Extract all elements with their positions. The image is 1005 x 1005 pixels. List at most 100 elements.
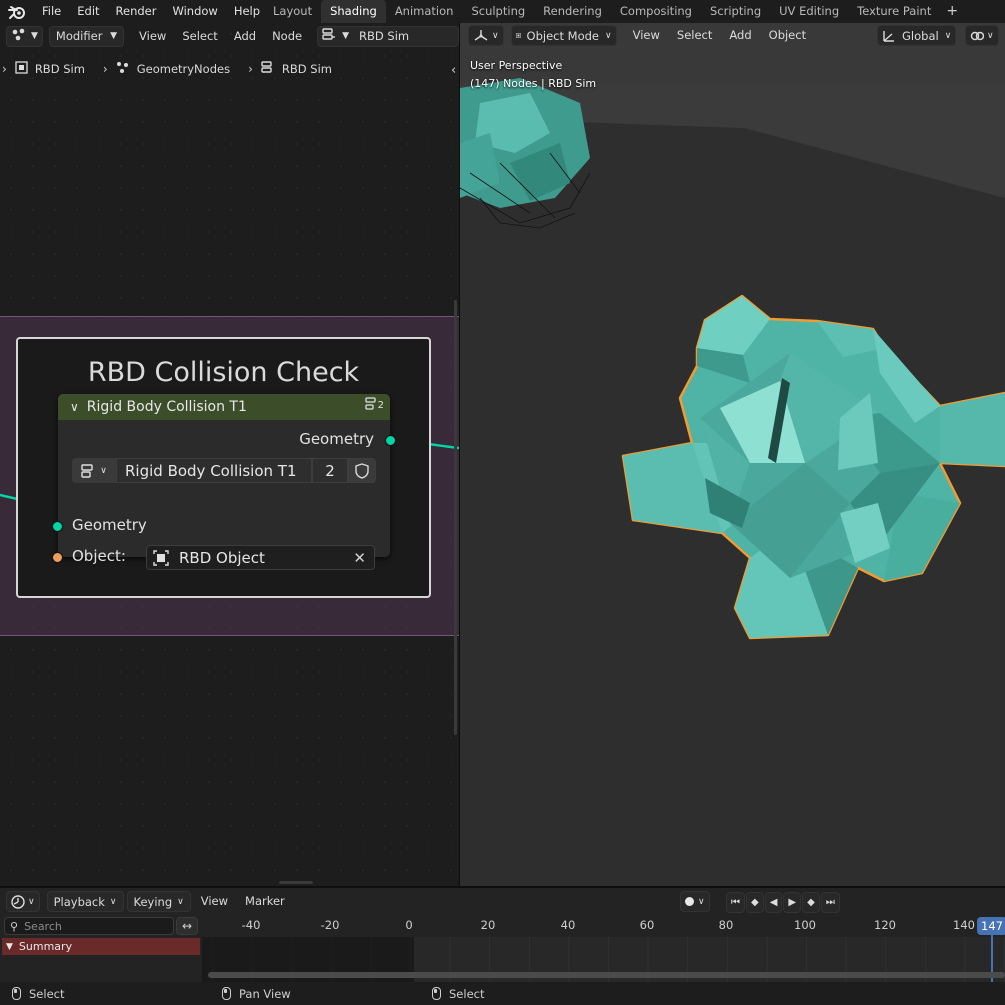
tab-layout[interactable]: Layout xyxy=(264,0,321,23)
frame-title: RBD Collision Check xyxy=(87,357,360,388)
input-object-socket[interactable] xyxy=(52,552,63,563)
snap-link-icon xyxy=(970,31,984,40)
playback-menu[interactable]: Playback ∨ xyxy=(46,891,124,912)
global-orientation-icon xyxy=(883,30,894,42)
prev-keyframe-icon[interactable]: ◆ xyxy=(746,892,764,913)
playback-label: Playback xyxy=(53,894,105,909)
tick-label: 100 xyxy=(794,918,816,932)
tab-animation[interactable]: Animation xyxy=(386,0,463,23)
tab-rendering[interactable]: Rendering xyxy=(534,0,611,23)
status-middle-label: Pan View xyxy=(239,986,291,1001)
horizontal-scrollbar[interactable] xyxy=(279,881,313,884)
mode-select[interactable]: Object Mode ∨ xyxy=(510,25,617,46)
tick-label: -20 xyxy=(320,918,340,932)
tick-label: 120 xyxy=(874,918,896,932)
mode-label: Object Mode xyxy=(526,28,599,43)
menu-render[interactable]: Render xyxy=(108,0,165,23)
keying-label: Keying xyxy=(133,894,173,909)
node-editor[interactable]: ▼ Modifier ▼ View Select Add Node ▼ RBD … xyxy=(0,23,459,886)
vp-menu-select[interactable]: Select xyxy=(670,25,719,46)
auto-keying-button[interactable]: ∨ xyxy=(680,891,710,912)
menu-edit[interactable]: Edit xyxy=(69,0,107,23)
keying-menu[interactable]: Keying ∨ xyxy=(126,891,191,912)
jump-start-icon[interactable]: ⏮ xyxy=(726,892,745,913)
play-reverse-icon[interactable]: ◀ xyxy=(764,892,783,913)
next-keyframe-icon[interactable]: ◆ xyxy=(802,892,820,913)
add-workspace-icon[interactable]: + xyxy=(940,0,964,23)
mouse-middle-icon xyxy=(222,987,231,1000)
chevron-down-icon: ∨ xyxy=(698,896,705,907)
node-group-name-field[interactable]: Rigid Body Collision T1 xyxy=(116,458,312,483)
vp-menu-add[interactable]: Add xyxy=(722,25,758,46)
viewport-editor-type-button[interactable]: ∨ xyxy=(468,25,504,46)
menu-window[interactable]: Window xyxy=(164,0,225,23)
timeline-body[interactable]: ⚲ Search ↔ ▼ Summary -40 -20 0 20 40 60 … xyxy=(0,915,1005,982)
menu-file[interactable]: File xyxy=(34,0,69,23)
tick-label: 40 xyxy=(560,918,576,932)
record-icon xyxy=(685,897,694,906)
clear-icon[interactable]: ✕ xyxy=(353,549,366,567)
object-value: RBD Object xyxy=(179,548,265,567)
swap-icon[interactable]: ↔ xyxy=(176,917,198,935)
viewport-header: ∨ Object Mode ∨ View Select Add Object G… xyxy=(460,23,1005,48)
timeline-scrollbar[interactable] xyxy=(208,972,1005,978)
node-group-users-field[interactable]: 2 xyxy=(312,458,348,483)
status-right-label: Select xyxy=(449,986,485,1001)
node-tree-icon xyxy=(81,463,93,478)
object-field[interactable]: RBD Object ✕ xyxy=(146,545,375,570)
output-geometry-socket[interactable] xyxy=(385,435,396,446)
channel-region: ⚲ Search ↔ ▼ Summary xyxy=(0,915,202,982)
mouse-right-icon xyxy=(432,987,441,1000)
tab-sculpting[interactable]: Sculpting xyxy=(462,0,534,23)
play-icon[interactable]: ▶ xyxy=(783,892,802,913)
top-menu-bar: File Edit Render Window Help Layout Shad… xyxy=(0,0,1005,23)
tab-scripting[interactable]: Scripting xyxy=(701,0,770,23)
expand-triangle-icon[interactable]: ▼ xyxy=(6,942,13,952)
tab-texture-paint[interactable]: Texture Paint xyxy=(848,0,940,23)
node-group-name: Rigid Body Collision T1 xyxy=(125,461,297,480)
tab-uv-editing[interactable]: UV Editing xyxy=(770,0,848,23)
transform-orientation-select[interactable]: Global ∨ xyxy=(877,25,957,46)
shield-icon xyxy=(355,462,369,479)
vp-menu-object[interactable]: Object xyxy=(762,25,813,46)
tl-menu-view[interactable]: View xyxy=(194,891,235,912)
pivot-point-select[interactable]: ∨ xyxy=(965,25,999,46)
search-icon: ⚲ xyxy=(10,919,19,933)
area-divider-vertical[interactable] xyxy=(459,23,460,886)
input-object-label: Object: xyxy=(72,547,126,565)
3d-viewport[interactable]: ∨ Object Mode ∨ View Select Add Object G… xyxy=(460,23,1005,886)
jump-end-icon[interactable]: ⏭ xyxy=(820,892,840,913)
clock-icon xyxy=(11,894,25,909)
blender-logo-icon[interactable] xyxy=(0,0,34,23)
fake-user-button[interactable] xyxy=(348,458,376,483)
tl-menu-marker[interactable]: Marker xyxy=(238,891,292,912)
collapse-chevron-icon[interactable]: ∨ xyxy=(70,400,79,414)
vertical-scrollbar[interactable] xyxy=(454,300,457,735)
frame-ruler[interactable]: -40 -20 0 20 40 60 80 100 120 140 147 xyxy=(202,915,1005,937)
object-icon xyxy=(153,549,169,566)
node-tree-picker[interactable]: ∨ xyxy=(72,458,116,483)
summary-channel[interactable]: ▼ Summary xyxy=(2,938,200,955)
vp-menu-view[interactable]: View xyxy=(626,25,667,46)
summary-label: Summary xyxy=(18,940,73,953)
input-geometry-socket[interactable] xyxy=(52,521,63,532)
timeline-editor-type-button[interactable]: ∨ xyxy=(6,891,40,912)
chevron-down-icon: ∨ xyxy=(987,30,994,41)
view-perspective-label: User Perspective xyxy=(470,59,563,72)
status-right-click: Select xyxy=(432,982,484,1005)
chevron-down-icon: ∨ xyxy=(605,30,612,41)
input-geometry-label: Geometry xyxy=(72,516,147,534)
node-users-badge: 2 xyxy=(364,397,384,411)
tab-compositing[interactable]: Compositing xyxy=(611,0,701,23)
chevron-down-icon: ∨ xyxy=(28,896,35,907)
status-middle-click: Pan View xyxy=(222,982,291,1005)
channel-search-input[interactable]: ⚲ Search xyxy=(4,917,174,935)
tick-label: 20 xyxy=(480,918,496,932)
node-header[interactable]: ∨ Rigid Body Collision T1 2 xyxy=(58,394,390,420)
tab-shading[interactable]: Shading xyxy=(321,0,386,23)
group-node[interactable]: ∨ Rigid Body Collision T1 2 Geometry ∨ R… xyxy=(52,394,396,570)
orientation-label: Global xyxy=(902,28,939,43)
playback-controls: ⏮ ◆ ◀ ▶ ◆ ⏭ xyxy=(726,892,840,913)
menu-help[interactable]: Help xyxy=(226,0,268,23)
current-frame-badge[interactable]: 147 xyxy=(977,917,1005,935)
